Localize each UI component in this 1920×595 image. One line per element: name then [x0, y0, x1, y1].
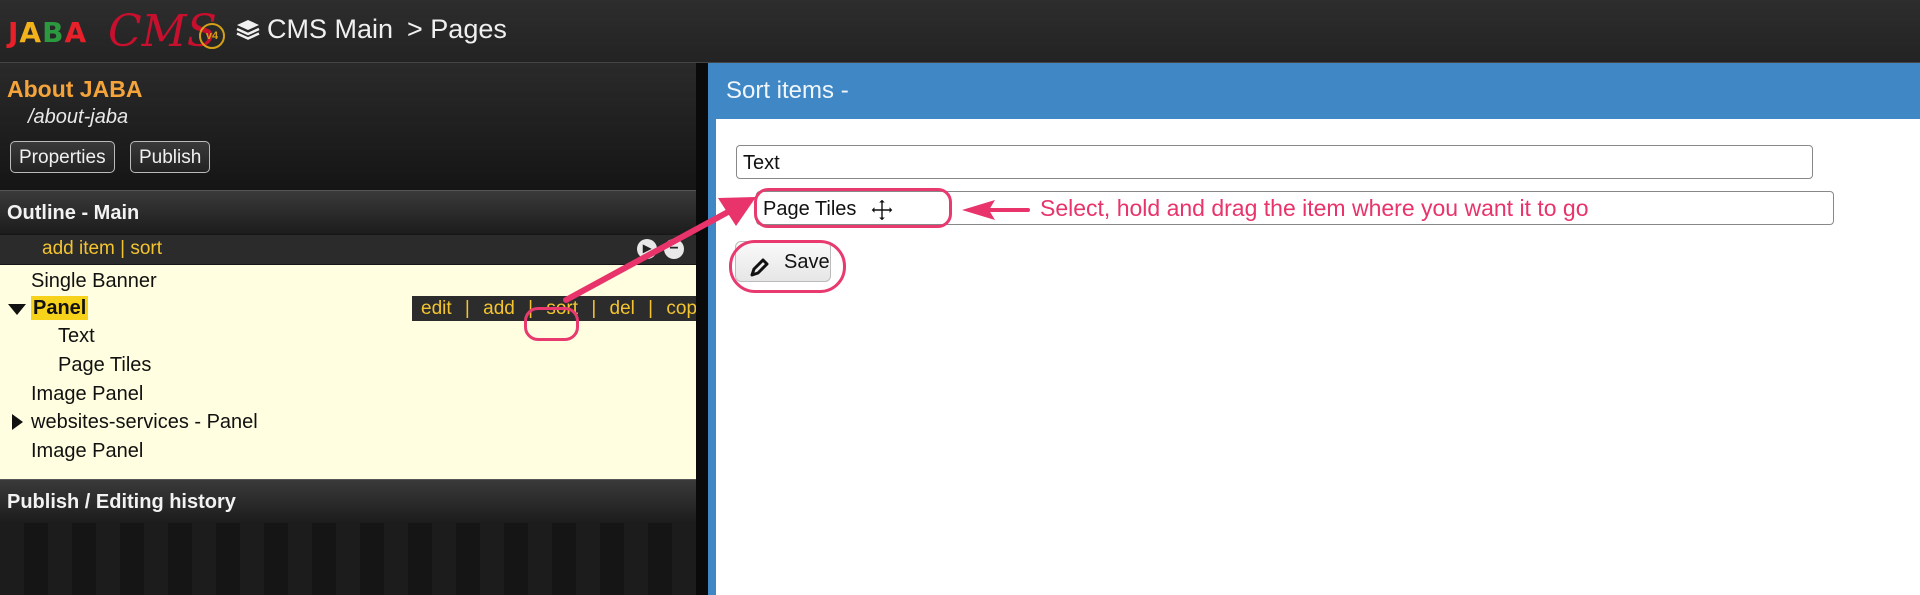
- stack-icon: [235, 17, 261, 43]
- tree-item[interactable]: Text: [0, 322, 696, 350]
- tree-item[interactable]: Image Panel: [0, 380, 696, 408]
- collapsed-triangle-icon[interactable]: [12, 414, 23, 430]
- page-header: About JABA /about-jaba Properties Publis…: [0, 63, 696, 189]
- page-title: About JABA: [7, 76, 143, 102]
- sort-panel: Sort items - Text Page Tiles Save: [716, 63, 1920, 595]
- top-bar: JABA CMS v4 CMS Main > Pages: [0, 0, 1920, 63]
- breadcrumb: CMS Main > Pages: [235, 14, 517, 45]
- page-path: /about-jaba: [28, 106, 129, 128]
- sort-highlight-ring: [524, 307, 579, 341]
- breadcrumb-pages[interactable]: > Pages: [407, 14, 507, 45]
- add-action[interactable]: add: [483, 296, 515, 321]
- tree-item-label: Image Panel: [31, 383, 144, 405]
- tree-item-label: Text: [58, 325, 95, 347]
- history-area: [0, 523, 696, 595]
- action-separator: |: [648, 298, 654, 319]
- tree-item-label: Panel: [31, 296, 89, 320]
- expanded-triangle-icon[interactable]: [8, 304, 26, 315]
- save-highlight-ring: [729, 240, 846, 293]
- tree-item[interactable]: Single Banner: [0, 267, 696, 295]
- outline-toolbar: add item | sort ▸ −: [0, 235, 696, 264]
- tree-item-label: websites-services - Panel: [31, 411, 258, 433]
- properties-button[interactable]: Properties: [10, 141, 115, 173]
- add-item-sort-links[interactable]: add item | sort: [42, 238, 162, 260]
- history-heading[interactable]: Publish / Editing history: [0, 479, 696, 523]
- del-action[interactable]: del: [610, 296, 635, 321]
- logo-version-badge: v4: [199, 23, 225, 49]
- breadcrumb-cms-main[interactable]: CMS Main: [267, 14, 393, 45]
- tree-item-label: Single Banner: [31, 270, 157, 292]
- panel-divider[interactable]: [696, 63, 708, 595]
- annotation-instruction: Select, hold and drag the item where you…: [1040, 195, 1589, 221]
- tree-item[interactable]: websites-services - Panel: [0, 408, 696, 436]
- sortable-item[interactable]: Text: [736, 145, 1813, 179]
- action-separator: |: [591, 298, 597, 319]
- outline-tree: Single Banner Panel edit | add | sort | …: [0, 265, 716, 479]
- publish-button[interactable]: Publish: [130, 141, 211, 173]
- drag-item-highlight-ring: [754, 188, 952, 228]
- outline-heading: Outline - Main: [0, 190, 696, 234]
- tree-item-label: Page Tiles: [58, 354, 152, 376]
- left-panel: About JABA /about-jaba Properties Publis…: [0, 63, 716, 595]
- collapse-all-icon[interactable]: −: [664, 239, 684, 259]
- panel-accent-strip: [708, 63, 716, 595]
- logo-jaba-text: JABA: [8, 16, 88, 49]
- sort-panel-title: Sort items -: [716, 63, 1920, 119]
- tree-item-label: Image Panel: [31, 440, 144, 462]
- edit-action[interactable]: edit: [421, 296, 452, 321]
- action-separator: |: [464, 298, 470, 319]
- expand-all-icon[interactable]: ▸: [637, 239, 657, 259]
- tree-item[interactable]: Image Panel: [0, 437, 696, 465]
- tree-item[interactable]: Page Tiles: [0, 351, 696, 379]
- tree-item-selected[interactable]: Panel edit | add | sort | del | copy: [0, 294, 716, 322]
